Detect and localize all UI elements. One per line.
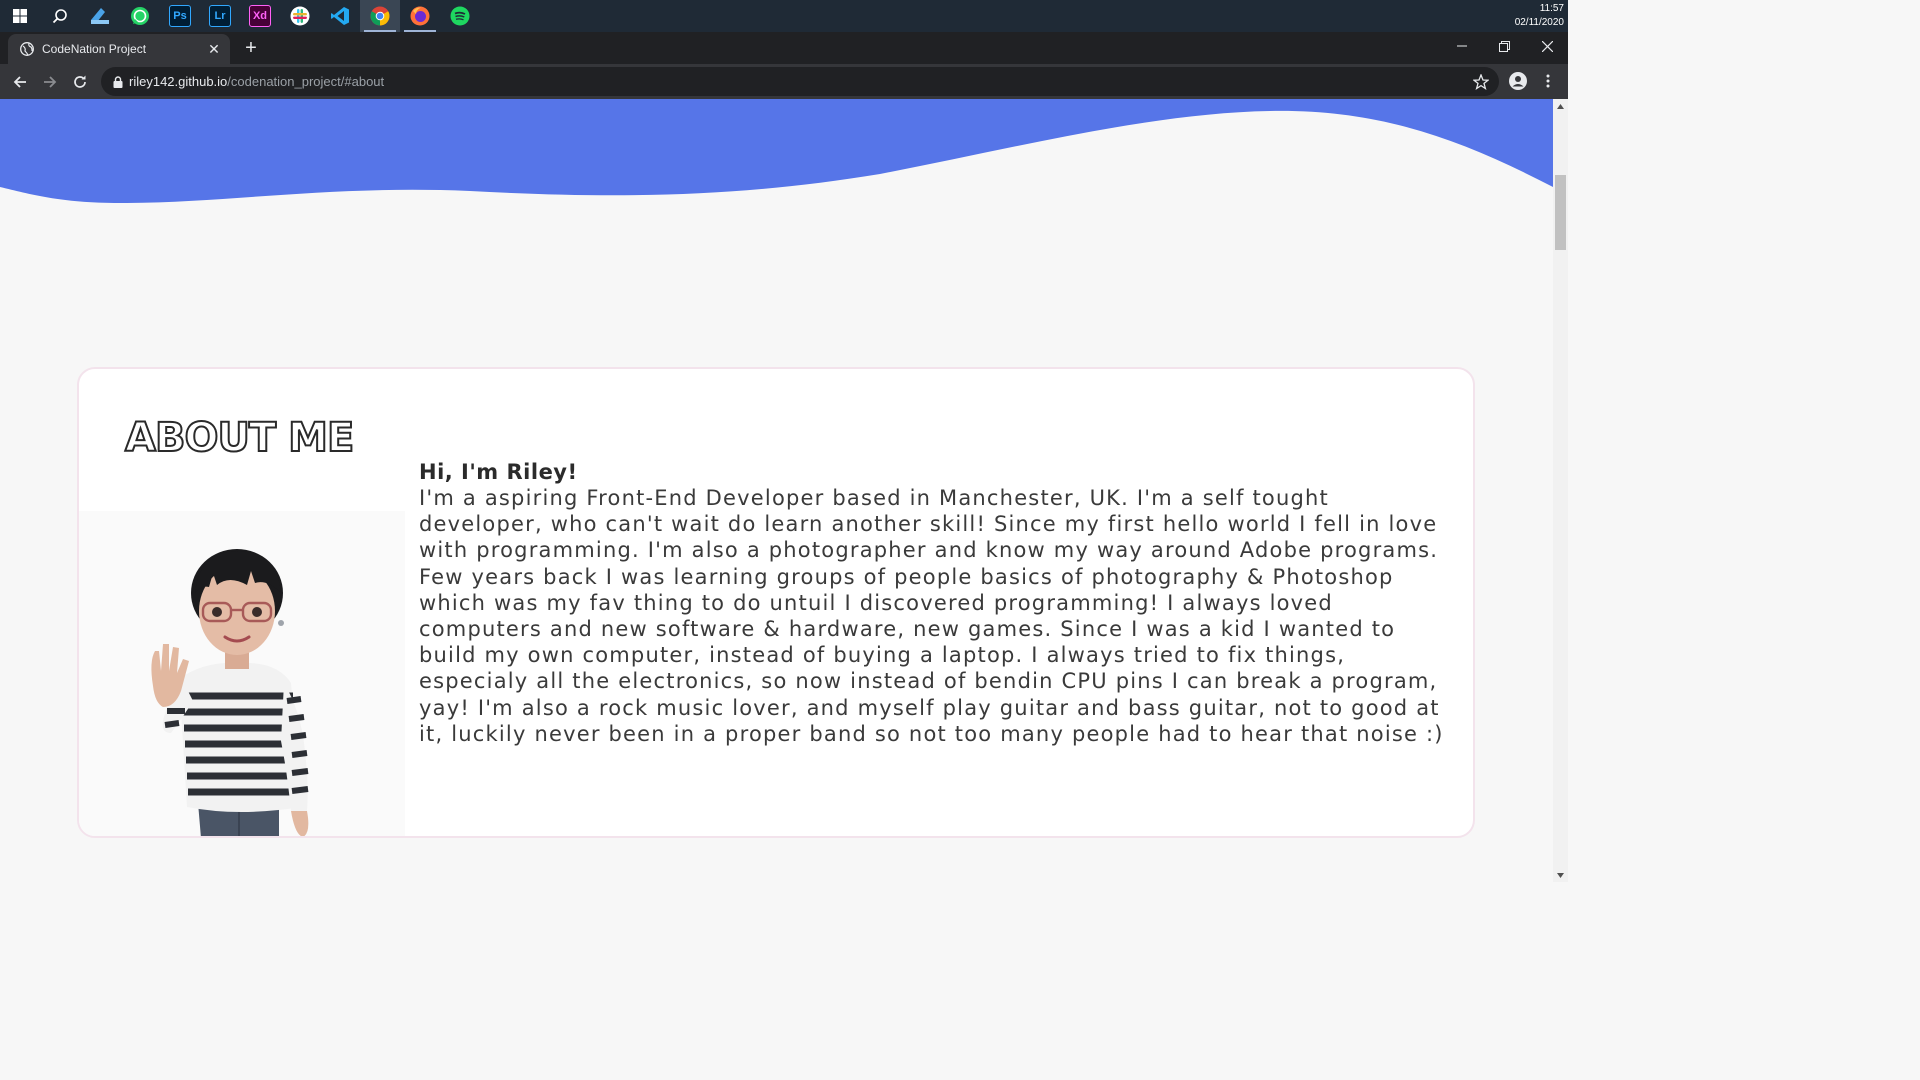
- greeting-heading: Hi, I'm Riley!: [419, 460, 578, 484]
- bookmark-star-icon[interactable]: [1473, 73, 1489, 90]
- browser-tab[interactable]: CodeNation Project ✕: [8, 34, 230, 64]
- minimize-icon: [1457, 45, 1467, 47]
- bio-paragraph: I'm a aspiring Front-End Developer based…: [419, 486, 1444, 746]
- taskbar-adobe-xd[interactable]: Xd: [240, 0, 280, 32]
- close-window-button[interactable]: [1526, 32, 1568, 60]
- about-title: ABOUT ME: [124, 414, 355, 462]
- clock-time: 11:57: [1539, 3, 1564, 14]
- scrollbar-thumb[interactable]: [1555, 175, 1566, 250]
- avatar-image: [79, 511, 405, 836]
- file-explorer-icon: [91, 8, 109, 24]
- reload-button[interactable]: [65, 67, 95, 97]
- globe-icon: [20, 42, 34, 56]
- whatsapp-icon: [131, 7, 149, 25]
- lock-icon: [113, 75, 123, 88]
- caret-up-icon: [1557, 103, 1564, 109]
- taskbar-lightroom[interactable]: Lr: [200, 0, 240, 32]
- account-circle-icon: [1509, 72, 1527, 90]
- system-clock[interactable]: 11:57 02/11/2020: [1515, 2, 1564, 30]
- slack-icon: [290, 6, 310, 26]
- clock-date: 02/11/2020: [1514, 17, 1564, 28]
- url-text: riley142.github.io/codenation_project/#a…: [129, 74, 384, 89]
- windows-taskbar: Ps Lr Xd 11:57 02/11/2020: [0, 0, 1568, 32]
- taskbar-slack[interactable]: [280, 0, 320, 32]
- taskbar-vscode[interactable]: [320, 0, 360, 32]
- taskbar-photoshop[interactable]: Ps: [160, 0, 200, 32]
- caret-down-icon: [1557, 872, 1564, 878]
- close-icon: [1541, 40, 1553, 52]
- browser-tab-strip: CodeNation Project ✕ +: [0, 32, 1568, 64]
- taskbar-firefox[interactable]: [400, 0, 440, 32]
- browser-toolbar: riley142.github.io/codenation_project/#a…: [0, 64, 1568, 99]
- taskbar-whatsapp[interactable]: [120, 0, 160, 32]
- forward-button[interactable]: [35, 67, 65, 97]
- windows-start-icon: [13, 9, 27, 23]
- about-card: ABOUT ME Hi, I'm Riley! I'm a aspiring F…: [77, 367, 1475, 838]
- close-tab-icon[interactable]: ✕: [204, 41, 224, 58]
- new-tab-button[interactable]: +: [240, 38, 262, 60]
- restore-button[interactable]: [1483, 32, 1525, 60]
- address-bar[interactable]: riley142.github.io/codenation_project/#a…: [101, 67, 1499, 96]
- arrow-left-icon: [13, 75, 26, 88]
- lightroom-icon: Lr: [209, 5, 231, 27]
- header-wave-divider: [0, 99, 1553, 203]
- scroll-down-arrow[interactable]: [1553, 868, 1568, 882]
- arrow-right-icon: [44, 75, 57, 88]
- restore-icon: [1498, 40, 1510, 52]
- minimize-button[interactable]: [1441, 32, 1483, 60]
- firefox-icon: [410, 6, 430, 26]
- taskbar-file-explorer[interactable]: [80, 0, 120, 32]
- spotify-icon: [450, 6, 470, 26]
- back-button[interactable]: [5, 67, 35, 97]
- taskbar-spotify[interactable]: [440, 0, 480, 32]
- adobe-xd-icon: Xd: [249, 5, 271, 27]
- profile-button[interactable]: [1503, 66, 1533, 96]
- waving-avatar-illustration: [151, 549, 309, 836]
- chrome-icon: [370, 6, 390, 26]
- photoshop-icon: Ps: [169, 5, 191, 27]
- taskbar-chrome[interactable]: [360, 0, 400, 32]
- url-host: riley142.github.io: [129, 74, 228, 89]
- reload-icon: [74, 75, 86, 88]
- tab-title: CodeNation Project: [42, 42, 147, 56]
- vscode-icon: [331, 7, 349, 25]
- more-vert-icon: [1546, 74, 1550, 88]
- browser-menu-button[interactable]: [1533, 66, 1563, 96]
- search-icon: [52, 9, 67, 24]
- scroll-up-arrow[interactable]: [1553, 99, 1568, 113]
- page-scrollbar[interactable]: [1553, 99, 1568, 882]
- taskbar-search-button[interactable]: [40, 0, 80, 32]
- start-button[interactable]: [0, 0, 40, 32]
- url-path: /codenation_project/#about: [227, 74, 385, 89]
- page-viewport: ABOUT ME Hi, I'm Riley! I'm a aspiring F…: [0, 99, 1553, 882]
